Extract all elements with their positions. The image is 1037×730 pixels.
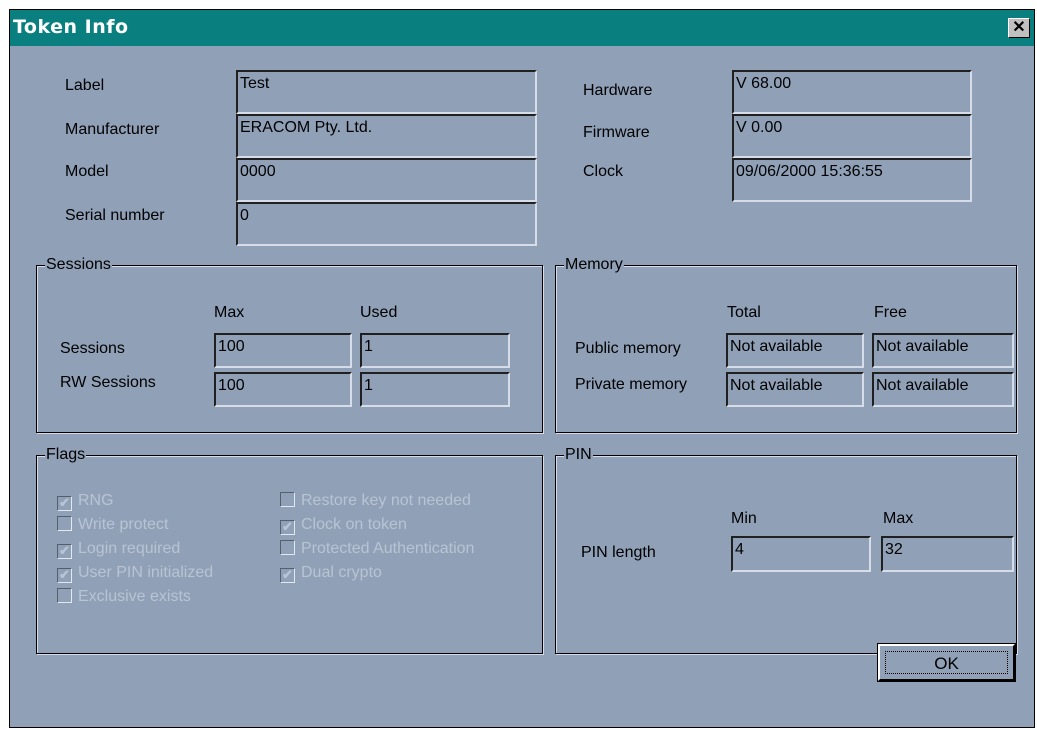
flag-rng: ✔ RNG [57, 492, 114, 511]
checkbox-unchecked-icon [57, 588, 72, 603]
rw-sessions-label: RW Sessions [60, 374, 156, 391]
firmware-label: Firmware [583, 124, 650, 141]
checkbox-checked-icon: ✔ [57, 496, 72, 511]
flags-group: Flags ✔ RNG Write protect ✔ Login required… [36, 446, 543, 654]
ok-button-label: OK [885, 651, 1008, 674]
pin-min-header: Min [731, 510, 757, 527]
checkbox-unchecked-icon [280, 540, 295, 555]
pin-length-label: PIN length [581, 544, 656, 561]
token-info-dialog: Token Info ✕ Label Test Manufacturer ERA… [9, 9, 1035, 728]
flag-dual-crypto: ✔ Dual crypto [280, 564, 382, 583]
memory-free-header: Free [874, 304, 907, 321]
checkbox-unchecked-icon [57, 516, 72, 531]
hardware-label: Hardware [583, 82, 653, 99]
label-label: Label [65, 77, 105, 94]
flags-group-title: Flags [45, 446, 87, 464]
public-memory-free-field: Not available [872, 333, 1014, 368]
title-bar[interactable]: Token Info ✕ [10, 10, 1034, 46]
model-label: Model [65, 163, 109, 180]
hardware-field: V 68.00 [732, 70, 972, 114]
public-memory-total-field: Not available [726, 333, 864, 368]
sessions-max-field: 100 [214, 333, 352, 368]
window-title: Token Info [13, 16, 129, 38]
flag-user-pin-initialized: ✔ User PIN initialized [57, 564, 213, 583]
firmware-field: V 0.00 [732, 114, 972, 158]
pin-min-field: 4 [731, 536, 871, 572]
public-memory-label: Public memory [575, 340, 681, 357]
label-field: Test [236, 70, 537, 114]
sessions-used-header: Used [360, 304, 398, 321]
clock-label: Clock [583, 163, 624, 180]
pin-group-title: PIN [564, 446, 593, 464]
sessions-group-title: Sessions [45, 256, 112, 274]
flag-login-required: ✔ Login required [57, 540, 180, 559]
model-field: 0000 [236, 158, 537, 202]
memory-total-header: Total [727, 304, 761, 321]
checkbox-unchecked-icon [280, 492, 295, 507]
flag-write-protect: Write protect [57, 516, 168, 534]
manufacturer-label: Manufacturer [65, 121, 160, 138]
close-icon: ✕ [1012, 19, 1026, 36]
flag-protected-authentication: Protected Authentication [280, 540, 474, 558]
checkbox-checked-icon: ✔ [57, 544, 72, 559]
rw-sessions-max-field: 100 [214, 372, 352, 407]
private-memory-free-field: Not available [872, 372, 1014, 407]
flag-clock-on-token: ✔ Clock on token [280, 516, 407, 535]
flag-exclusive-exists: Exclusive exists [57, 588, 191, 606]
clock-field: 09/06/2000 15:36:55 [732, 158, 972, 202]
pin-max-header: Max [883, 510, 914, 527]
checkbox-checked-icon: ✔ [57, 568, 72, 583]
serial-number-field: 0 [236, 202, 537, 246]
pin-group: PIN Min Max PIN length 4 32 [555, 446, 1017, 654]
memory-group: Memory Total Free Public memory Not avai… [555, 256, 1017, 433]
sessions-max-header: Max [214, 304, 245, 321]
checkbox-checked-icon: ✔ [280, 568, 295, 583]
private-memory-total-field: Not available [726, 372, 864, 407]
sessions-row-label: Sessions [60, 340, 125, 357]
sessions-group: Sessions Max Used Sessions 100 1 RW Sess… [36, 256, 543, 433]
sessions-used-field: 1 [360, 333, 510, 368]
close-button[interactable]: ✕ [1008, 18, 1030, 38]
pin-max-field: 32 [881, 536, 1014, 572]
memory-group-title: Memory [564, 256, 624, 274]
ok-button[interactable]: OK [877, 643, 1016, 682]
flag-restore-key-not-needed: Restore key not needed [280, 492, 471, 510]
rw-sessions-used-field: 1 [360, 372, 510, 407]
checkbox-checked-icon: ✔ [280, 520, 295, 535]
manufacturer-field: ERACOM Pty. Ltd. [236, 114, 537, 158]
serial-number-label: Serial number [65, 207, 165, 224]
private-memory-label: Private memory [575, 376, 688, 393]
